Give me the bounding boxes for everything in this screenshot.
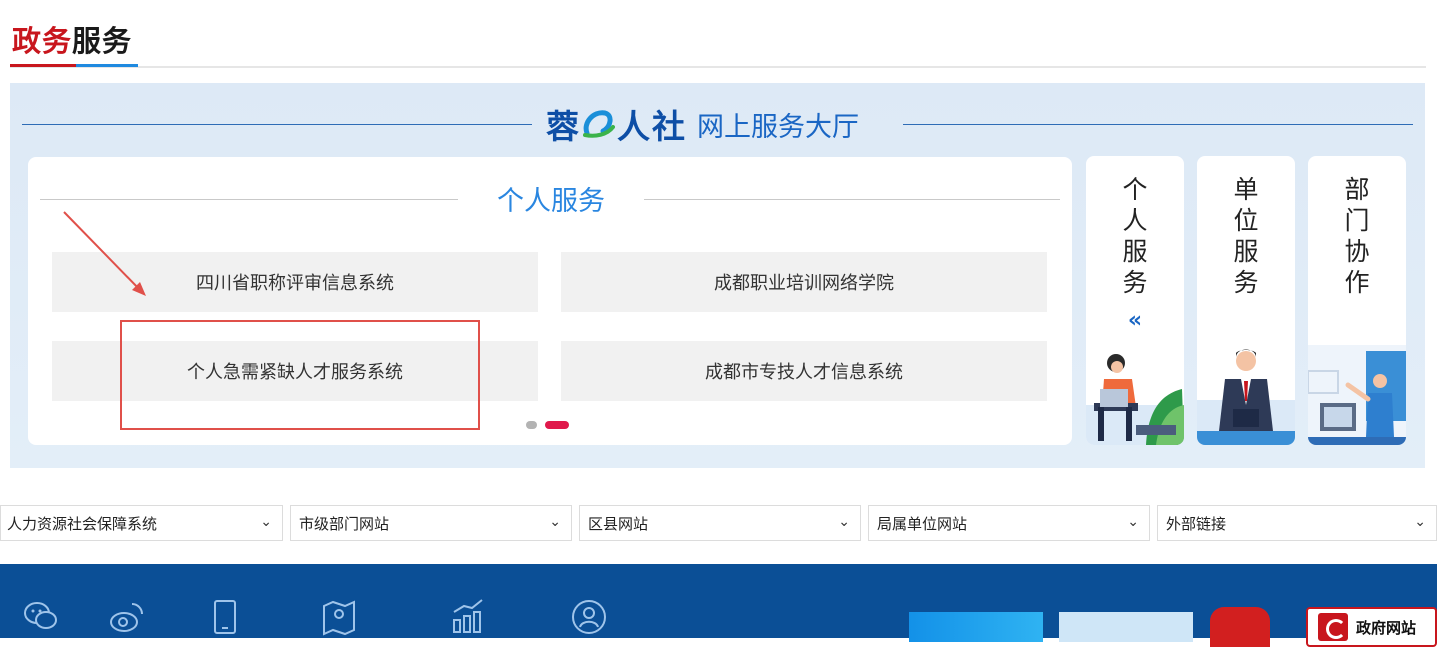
tab-department-char-4: 作: [1344, 268, 1370, 297]
chevron-down-icon: ⌄: [838, 514, 850, 530]
section-header: 政务服务: [10, 0, 1426, 70]
tab-personal-char-4: 务: [1122, 268, 1148, 297]
tab-unit-char-3: 服: [1233, 237, 1259, 266]
rongcheng-logo-icon: [583, 110, 615, 138]
select-hrss-system[interactable]: 人力资源社会保障系统 ⌄: [0, 505, 283, 541]
select-municipal-departments[interactable]: 市级部门网站 ⌄: [290, 505, 572, 541]
tab-unit-char-4: 务: [1233, 268, 1259, 297]
section-title-dark: 服务: [72, 24, 133, 58]
chevron-down-icon: ⌄: [549, 514, 561, 530]
select-external-links-value: 外部链接: [1166, 514, 1227, 533]
card-title: 个人服务: [497, 186, 605, 217]
carousel-dot-2[interactable]: [545, 421, 569, 429]
annotation-arrow-icon: [63, 211, 146, 296]
hall-title-line-left: [22, 124, 532, 125]
service-link-training-academy[interactable]: 成都职业培训网络学院: [561, 252, 1047, 312]
tab-unit-char-2: 位: [1233, 206, 1259, 235]
section-title: 政务服务: [12, 18, 132, 60]
select-bureau-units[interactable]: 局属单位网站 ⌄: [868, 505, 1150, 541]
double-chevron-left-icon: «: [1127, 308, 1143, 333]
tab-unit-char-1: 单: [1233, 175, 1259, 204]
wechat-icon[interactable]: [22, 598, 60, 636]
hall-logo-char: 蓉: [546, 107, 579, 146]
section-underline-blue: [76, 64, 138, 67]
hall-logo-text: 人社: [617, 107, 687, 146]
site-footer: 政府网站: [0, 564, 1437, 647]
chart-icon[interactable]: [448, 598, 486, 636]
businessman-icon: [1197, 349, 1295, 445]
hall-title: 蓉 人社 网上服务大厅: [546, 101, 859, 147]
woman-laptop-icon: [1086, 354, 1184, 445]
select-bureau-units-value: 局属单位网站: [877, 514, 968, 533]
weibo-icon[interactable]: [108, 598, 146, 636]
party-emblem-icon[interactable]: [1210, 607, 1270, 647]
tab-personal-char-1: 个: [1122, 175, 1148, 204]
presentation-man-icon: [1308, 345, 1406, 445]
select-municipal-departments-value: 市级部门网站: [299, 514, 390, 533]
tab-unit-services[interactable]: 单 位 服 务: [1197, 156, 1295, 445]
card-title-line-right: [644, 199, 1060, 200]
chevron-down-icon: ⌄: [1414, 514, 1426, 530]
tab-personal-char-3: 服: [1122, 237, 1148, 266]
annotation-highlight-box: [120, 320, 480, 430]
tab-personal-char-2: 人: [1122, 206, 1148, 235]
tab-unit-label: 单 位 服 务: [1197, 174, 1295, 298]
site-link-selects: 人力资源社会保障系统 ⌄ 市级部门网站 ⌄ 区县网站 ⌄ 局属单位网站 ⌄ 外部…: [0, 505, 1437, 541]
carousel-dot-1[interactable]: [526, 421, 537, 429]
tab-personal-services[interactable]: 个 人 服 务 «: [1086, 156, 1184, 445]
select-hrss-system-value: 人力资源社会保障系统: [7, 514, 158, 533]
chevron-down-icon: ⌄: [1127, 514, 1139, 530]
gov-website-badge[interactable]: 政府网站: [1306, 607, 1437, 647]
select-district-sites[interactable]: 区县网站 ⌄: [579, 505, 861, 541]
tab-department-char-3: 协: [1344, 237, 1370, 266]
hall-subtitle: 网上服务大厅: [697, 111, 859, 143]
section-title-red: 政务: [12, 24, 73, 58]
section-underline-red: [10, 64, 76, 67]
card-title-line-left: [40, 199, 458, 200]
carousel-pagination: [526, 421, 569, 429]
section-divider: [10, 66, 1426, 68]
mobile-icon[interactable]: [206, 598, 244, 636]
gov-website-badge-label: 政府网站: [1356, 618, 1417, 637]
service-link-professional-talent[interactable]: 成都市专技人才信息系统: [561, 341, 1047, 401]
tab-department-label: 部 门 协 作: [1308, 174, 1406, 298]
select-external-links[interactable]: 外部链接 ⌄: [1157, 505, 1437, 541]
select-district-sites-value: 区县网站: [588, 514, 649, 533]
tab-department-collaboration[interactable]: 部 门 协 作: [1308, 156, 1406, 445]
user-icon[interactable]: [570, 598, 608, 636]
chevron-down-icon: ⌄: [260, 514, 272, 530]
tab-department-char-2: 门: [1344, 206, 1370, 235]
hall-title-line-right: [903, 124, 1413, 125]
tab-personal-label: 个 人 服 务: [1086, 174, 1184, 298]
tab-department-char-1: 部: [1344, 175, 1370, 204]
map-icon[interactable]: [320, 598, 358, 636]
gov-website-logo-icon: [1318, 613, 1348, 641]
